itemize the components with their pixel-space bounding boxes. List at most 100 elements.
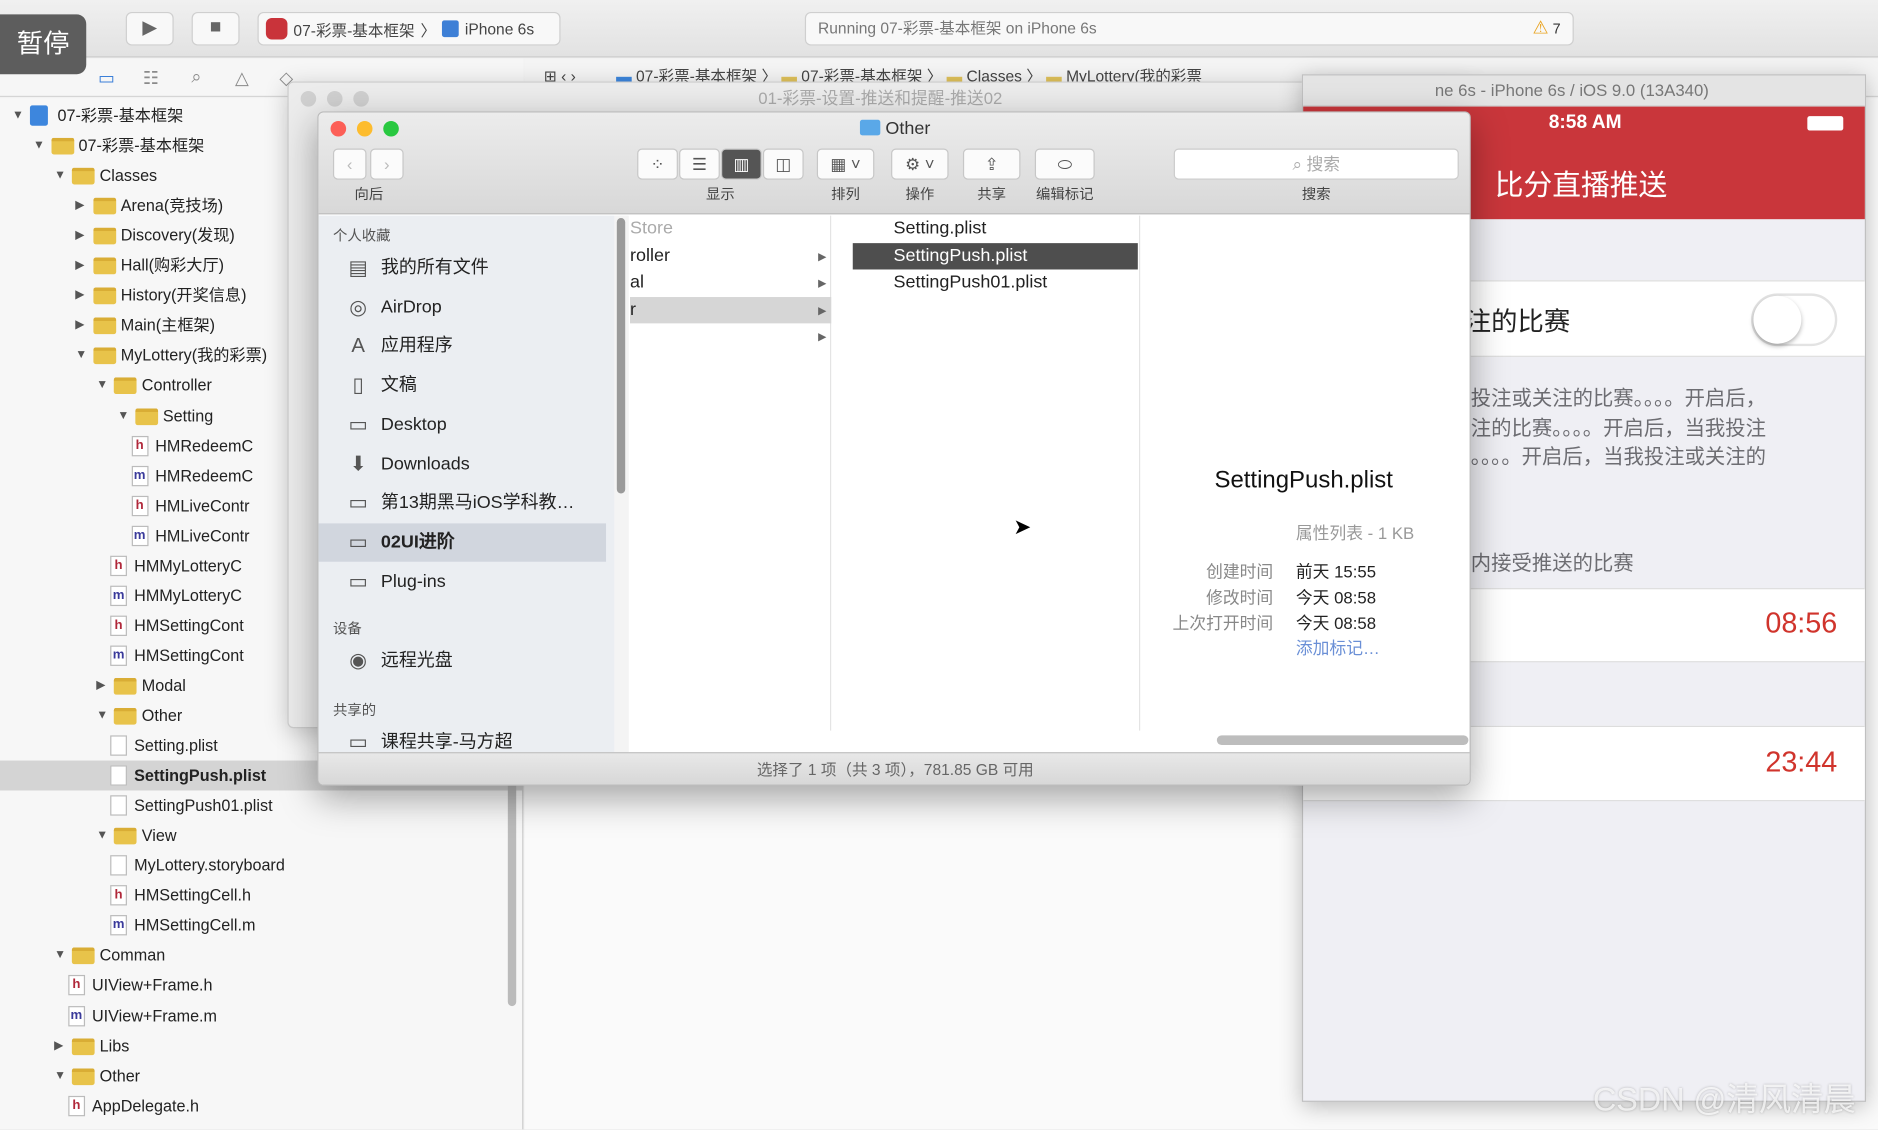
simulator-title: ne 6s - iPhone 6s / iOS 9.0 (13A340) [1303, 75, 1865, 107]
column-view-button[interactable]: ▥ [721, 148, 762, 180]
file-item[interactable]: SettingPush.plist [852, 242, 1138, 269]
symbol-navigator-icon[interactable]: ☷ [140, 67, 162, 88]
file-item[interactable]: SettingPush01.plist [853, 269, 1138, 295]
finder-title-text: Other [885, 118, 931, 139]
action-button[interactable]: ⚙ ˅ [891, 148, 949, 180]
add-tags-link[interactable]: 添加标记… [1296, 636, 1380, 660]
footer-line-2: 注的比赛。。。。开启后，当我投注 [1470, 416, 1767, 440]
disclosure-open-icon[interactable]: ▼ [54, 1061, 66, 1091]
metadata-key: 上次打开时间 [1172, 613, 1274, 633]
header-file-icon: h [131, 435, 149, 456]
sidebar-item-label: 我的所有文件 [380, 257, 489, 278]
navigator-item-label: Setting.plist [134, 736, 218, 755]
disclosure-closed-icon[interactable]: ▶ [75, 251, 84, 281]
navigator-item-label: UIView+Frame.h [91, 976, 213, 995]
horizontal-scrollbar[interactable] [1216, 735, 1469, 745]
navigator-scrollbar[interactable] [507, 766, 517, 1007]
finder-sidebar: 个人收藏 ▤ 我的所有文件 ◎ AirDrop A 应用程序 ▯ 文稿 ▭ Desktop ⬇ Down… [318, 215, 615, 753]
column-item[interactable]: r ▶ [629, 296, 832, 323]
navigator-item[interactable]: SettingPush01.plist [0, 791, 523, 821]
warning-indicator[interactable]: ⚠ 7 [1532, 13, 1560, 44]
navigator-item[interactable]: h UIView+Frame.h [0, 971, 523, 1001]
stop-icon: ■ [209, 16, 222, 38]
disclosure-open-icon[interactable]: ▼ [75, 341, 87, 371]
project-icon [29, 105, 48, 126]
disclosure-closed-icon[interactable]: ▶ [54, 1031, 63, 1061]
navigator-item-label: Main(主框架) [120, 316, 216, 335]
edit-tags-button[interactable]: ⬭ [1034, 148, 1095, 180]
navigator-item[interactable]: m HMSettingCell.m [0, 911, 523, 941]
disclosure-closed-icon[interactable]: ▶ [75, 281, 84, 311]
sidebar-item[interactable]: ▯ 文稿 [319, 367, 606, 405]
run-button[interactable]: ▶ [125, 11, 174, 46]
activity-status: Running 07-彩票-基本框架 on iPhone 6s ⚠ 7 [804, 11, 1574, 46]
sidebar-scrollbar[interactable] [614, 215, 629, 753]
navigator-item[interactable]: ▶ Libs [0, 1031, 523, 1061]
disclosure-closed-icon[interactable]: ▶ [75, 191, 84, 221]
navigator-item[interactable]: ▼ Comman [0, 941, 523, 971]
column-item[interactable]: al ▶ [630, 269, 831, 295]
disclosure-open-icon[interactable]: ▼ [96, 371, 108, 401]
chevron-right-icon: ▶ [818, 276, 827, 289]
navigator-item[interactable]: MyLottery.storyboard [0, 851, 523, 881]
folder-icon: ▭ [348, 569, 368, 593]
navigator-item[interactable]: m UIView+Frame.m [0, 1001, 523, 1031]
disclosure-closed-icon[interactable]: ▶ [75, 221, 84, 251]
disclosure-closed-icon[interactable]: ▶ [96, 671, 105, 701]
column-item[interactable]: roller ▶ [630, 243, 831, 269]
sidebar-item[interactable]: ◉ 远程光盘 [319, 642, 606, 680]
column-item-label: roller [629, 244, 670, 266]
icon-view-button[interactable]: ⁘ [637, 148, 678, 180]
back-button[interactable]: ‹ [332, 148, 367, 180]
share-button[interactable]: ⇪ [962, 148, 1021, 180]
forward-button[interactable]: › [370, 148, 404, 180]
issue-warning-icon[interactable]: △ [231, 67, 253, 88]
column-item[interactable]: ▶ [630, 323, 831, 349]
share-label: 共享 [977, 185, 1007, 203]
folder-icon [51, 137, 74, 155]
sidebar-item[interactable]: ▭ 第13期黑马iOS学科教… [319, 484, 606, 522]
list-view-button[interactable]: ☰ [679, 148, 720, 180]
navigator-item-label: Modal [141, 676, 186, 695]
disc-icon: ◉ [349, 649, 368, 672]
sidebar-item[interactable]: ⬇ Downloads [319, 445, 606, 483]
disclosure-open-icon[interactable]: ▼ [117, 401, 129, 431]
project-navigator-icon[interactable]: ▭ [96, 67, 118, 88]
folder-icon [93, 287, 116, 305]
disclosure-closed-icon[interactable]: ▶ [75, 311, 84, 341]
scheme-device-label: iPhone 6s [464, 19, 535, 38]
disclosure-open-icon[interactable]: ▼ [96, 821, 108, 851]
stop-button[interactable]: ■ [191, 11, 240, 46]
navigator-item-label: Classes [99, 166, 158, 185]
sidebar-item[interactable]: A 应用程序 [319, 327, 606, 365]
search-label: 搜索 [1301, 185, 1331, 203]
navigator-item-label: AppDelegate.h [91, 1096, 199, 1115]
cover-flow-button[interactable]: ◫ [762, 148, 804, 180]
search-input[interactable]: ⌕ 搜索 [1173, 148, 1459, 180]
all-files-icon: ▤ [348, 256, 368, 280]
disclosure-open-icon[interactable]: ▼ [12, 101, 24, 131]
search-icon[interactable]: ⌕ [186, 67, 208, 89]
arrange-button[interactable]: ▦ ˅ [816, 148, 875, 180]
finder-window: Other ‹ › 向后 ⁘ ☰ ▥ ◫ 显示 ▦ ˅ 排列 ⚙ ˅ 操作 ⇪ … [317, 111, 1471, 786]
sidebar-item[interactable]: ▭ 02UI进阶 [318, 523, 607, 562]
navigator-item[interactable]: h HMSettingCell.h [0, 881, 523, 911]
sidebar-item[interactable]: ▤ 我的所有文件 [319, 249, 606, 287]
sidebar-item[interactable]: ◎ AirDrop [319, 288, 606, 326]
navigator-item[interactable]: ▼ View [0, 821, 523, 851]
sidebar-item[interactable]: ▭ Desktop [319, 406, 606, 444]
navigator-item-label: Other [141, 706, 183, 725]
column-item[interactable]: Store [630, 216, 831, 242]
scheme-selector[interactable]: 07-彩票-基本框架 〉 iPhone 6s [257, 11, 561, 46]
file-item[interactable]: Setting.plist [853, 216, 1138, 242]
disclosure-open-icon[interactable]: ▼ [54, 161, 66, 191]
implementation-file-icon: m [110, 585, 127, 606]
disclosure-open-icon[interactable]: ▼ [96, 701, 108, 731]
navigator-item[interactable]: ▼ Other [0, 1061, 523, 1091]
disclosure-open-icon[interactable]: ▼ [54, 941, 66, 971]
navigator-item[interactable]: h AppDelegate.h [0, 1091, 523, 1121]
disclosure-open-icon[interactable]: ▼ [33, 131, 45, 161]
sidebar-item[interactable]: ▭ Plug-ins [319, 562, 606, 600]
push-toggle-switch[interactable] [1751, 293, 1838, 347]
folder-icon: ▭ [348, 491, 368, 515]
